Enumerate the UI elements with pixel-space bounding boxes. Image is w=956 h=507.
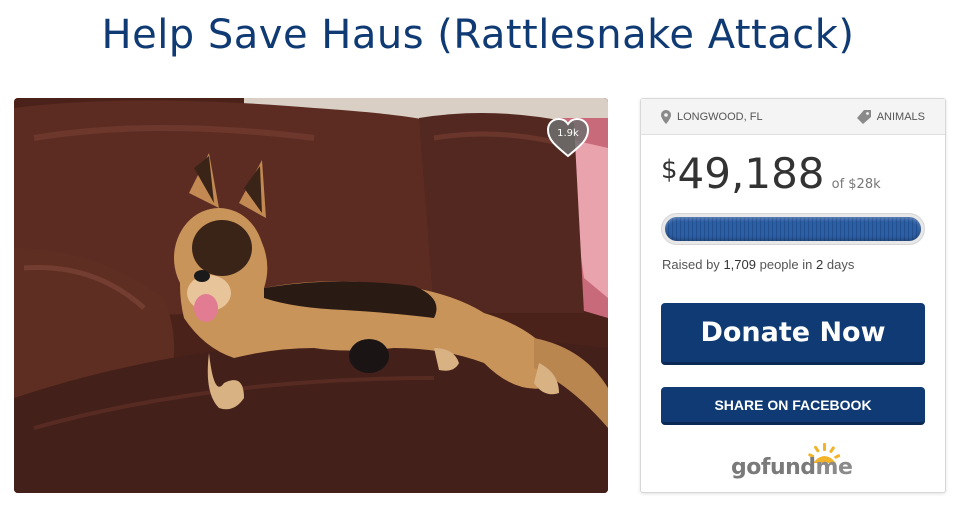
tag-icon [856, 110, 871, 124]
gofundme-logo[interactable]: gofundme [731, 443, 861, 483]
dog-on-couch-image [14, 98, 608, 493]
logo-me: me [815, 455, 853, 480]
donor-count: 1,709 [723, 257, 756, 272]
progress-fill [665, 217, 921, 241]
map-pin-icon [661, 110, 671, 124]
days-count: 2 [816, 257, 824, 272]
logo-wordmark: gofundme [731, 455, 853, 480]
category-label: ANIMALS [876, 111, 925, 123]
raised-value: 49,188 [677, 149, 825, 198]
goal-text: of $28k [831, 177, 881, 192]
page-title: Help Save Haus (Rattlesnake Attack) [101, 12, 855, 58]
share-facebook-button[interactable]: SHARE ON FACEBOOK [661, 387, 925, 425]
logo-go: go [731, 455, 761, 480]
raised-prefix: Raised by [662, 257, 720, 272]
card-header: LONGWOOD, FL ANIMALS [641, 99, 945, 135]
heart-count: 1.9k [557, 128, 579, 139]
donors-suffix: people in [759, 257, 813, 272]
progress-bar [661, 213, 925, 245]
days-suffix: days [826, 257, 855, 272]
location-label: LONGWOOD, FL [677, 111, 763, 123]
heart-badge[interactable]: 1.9k [546, 118, 590, 158]
donate-now-button[interactable]: Donate Now [661, 303, 925, 365]
currency-symbol: $ [661, 155, 678, 185]
campaign-photo[interactable] [14, 98, 608, 493]
donation-card: LONGWOOD, FL ANIMALS $49,188 of $28k Rai… [640, 98, 946, 493]
raised-summary: Raised by 1,709 people in 2 days [662, 257, 854, 272]
logo-fund: fund [760, 455, 816, 480]
location[interactable]: LONGWOOD, FL [661, 110, 763, 124]
raised-amount: $49,188 of $28k [661, 149, 881, 198]
category[interactable]: ANIMALS [856, 110, 925, 124]
